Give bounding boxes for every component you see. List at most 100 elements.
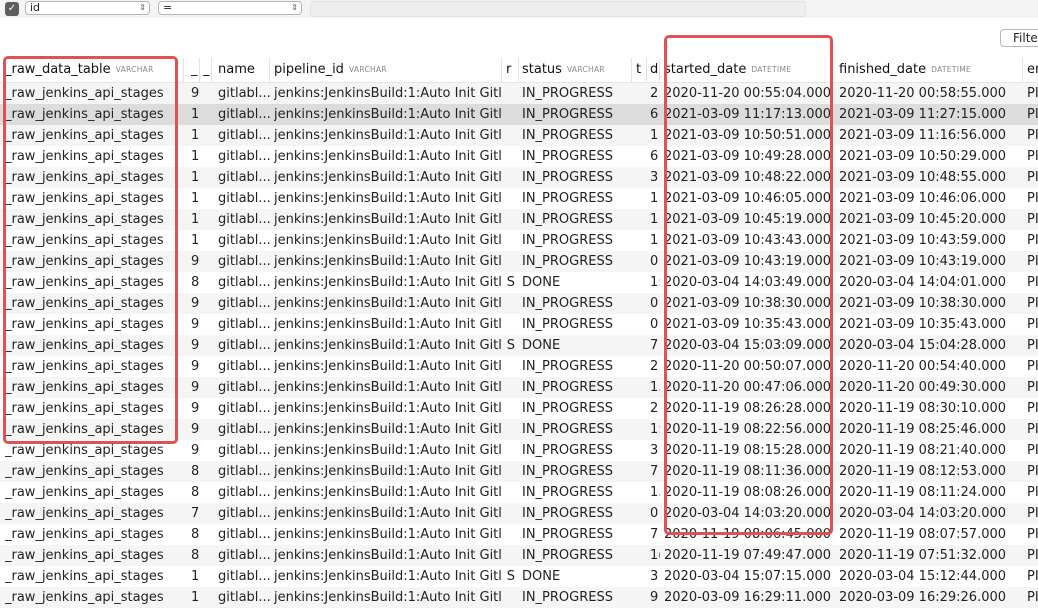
table-cell[interactable]: PI bbox=[1027, 272, 1038, 293]
table-cell[interactable]: 2021-03-09 10:38:30.000 bbox=[664, 293, 832, 314]
table-cell[interactable]: 6 bbox=[650, 104, 660, 125]
table-cell[interactable]: _raw_jenkins_api_stages bbox=[5, 461, 184, 482]
table-cell[interactable]: jenkins:JenkinsBuild:1:Auto Init Gitl... bbox=[274, 461, 502, 482]
table-cell[interactable]: IN_PROGRESS bbox=[522, 461, 632, 482]
table-cell[interactable]: PI bbox=[1027, 104, 1038, 125]
table-cell[interactable]: 0 bbox=[650, 314, 660, 335]
table-cell[interactable]: 9 bbox=[191, 398, 200, 419]
column-header[interactable]: d bbox=[650, 58, 660, 82]
table-cell[interactable]: 2020-03-04 14:03:49.000 bbox=[664, 272, 832, 293]
table-cell[interactable]: 1( bbox=[191, 230, 200, 251]
table-cell[interactable]: 2021-03-09 10:43:19.000 bbox=[839, 251, 1023, 272]
table-cell[interactable]: 1( bbox=[191, 104, 200, 125]
table-cell[interactable]: IN_PROGRESS bbox=[522, 146, 632, 167]
column-header[interactable]: t bbox=[636, 58, 647, 82]
table-cell[interactable]: 1( bbox=[191, 125, 200, 146]
table-row[interactable]: _raw_jenkins_api_stages 8 gitlabl... jenkin… bbox=[0, 272, 1038, 293]
table-cell[interactable]: gitlabl... bbox=[218, 566, 270, 587]
table-cell[interactable]: DONE bbox=[522, 272, 632, 293]
table-row[interactable]: _raw_jenkins_api_stages 9 gitlabl... jenkin… bbox=[0, 398, 1038, 419]
table-cell[interactable]: 9 bbox=[191, 335, 200, 356]
table-row[interactable]: _raw_jenkins_api_stages 1(gitlabl...jenki… bbox=[0, 125, 1038, 146]
table-cell[interactable]: PI bbox=[1027, 356, 1038, 377]
table-cell[interactable]: PI bbox=[1027, 524, 1038, 545]
table-cell[interactable]: PI bbox=[1027, 482, 1038, 503]
table-cell[interactable]: 2020-03-04 15:12:44.000 bbox=[839, 566, 1023, 587]
table-cell[interactable]: PI bbox=[1027, 377, 1038, 398]
table-cell[interactable]: gitlabl... bbox=[218, 167, 270, 188]
table-cell[interactable]: 2020-11-20 00:50:07.000 bbox=[664, 356, 832, 377]
table-cell[interactable]: PI bbox=[1027, 440, 1038, 461]
table-cell[interactable]: 1( bbox=[191, 188, 200, 209]
table-cell[interactable]: 1( bbox=[191, 167, 200, 188]
table-cell[interactable]: 1. bbox=[650, 377, 660, 398]
table-cell[interactable]: jenkins:JenkinsBuild:1:Auto Init Gitl... bbox=[274, 83, 502, 104]
table-cell[interactable]: gitlabl... bbox=[218, 209, 270, 230]
table-row[interactable]: _raw_jenkins_api_stages 9 gitlabl... jenkin… bbox=[0, 356, 1038, 377]
table-row[interactable]: _raw_jenkins_api_stages 9 gitlabl... jenkin… bbox=[0, 440, 1038, 461]
table-cell[interactable]: _raw_jenkins_api_stages bbox=[5, 125, 184, 146]
table-cell[interactable]: _raw_jenkins_api_stages bbox=[5, 314, 184, 335]
table-cell[interactable]: IN_PROGRESS bbox=[522, 251, 632, 272]
column-header[interactable]: _ bbox=[191, 58, 200, 82]
table-cell[interactable]: gitlabl... bbox=[218, 398, 270, 419]
table-cell[interactable]: IN_PROGRESS bbox=[522, 482, 632, 503]
table-cell[interactable]: jenkins:JenkinsBuild:1:Auto Init Gitl... bbox=[274, 146, 502, 167]
table-cell[interactable]: _raw_jenkins_api_stages bbox=[5, 293, 184, 314]
table-cell[interactable]: 1: bbox=[191, 587, 200, 608]
table-cell[interactable]: jenkins:JenkinsBuild:1:Auto Init Gitl... bbox=[274, 482, 502, 503]
table-cell[interactable]: 7 bbox=[650, 461, 660, 482]
table-row[interactable]: _raw_jenkins_api_stages 9 gitlabl... jenkin… bbox=[0, 377, 1038, 398]
table-cell[interactable]: jenkins:JenkinsBuild:1:Auto Init Gitl... bbox=[274, 251, 502, 272]
table-cell[interactable]: _raw_jenkins_api_stages bbox=[5, 503, 184, 524]
table-cell[interactable]: 2020-03-09 16:29:26.000 bbox=[839, 587, 1023, 608]
table-cell[interactable]: PI bbox=[1027, 188, 1038, 209]
table-cell[interactable]: jenkins:JenkinsBuild:1:Auto Init Gitl... bbox=[274, 440, 502, 461]
table-cell[interactable]: 1: bbox=[650, 419, 660, 440]
table-cell[interactable]: 2020-11-19 08:11:36.000 bbox=[664, 461, 832, 482]
table-cell[interactable]: gitlabl... bbox=[218, 503, 270, 524]
table-cell[interactable]: 2020-03-04 14:03:20.000 bbox=[664, 503, 832, 524]
table-row[interactable]: _raw_jenkins_api_stages 1(gitlabl...jenki… bbox=[0, 566, 1038, 587]
table-cell[interactable]: 8 bbox=[191, 524, 200, 545]
column-header[interactable]: status VARCHAR bbox=[522, 58, 632, 82]
table-row[interactable]: _raw_jenkins_api_stages 8 gitlabl... jenkin… bbox=[0, 461, 1038, 482]
table-cell[interactable]: 9 bbox=[191, 377, 200, 398]
table-cell[interactable]: gitlabl... bbox=[218, 419, 270, 440]
table-cell[interactable]: jenkins:JenkinsBuild:1:Auto Init Gitl... bbox=[274, 356, 502, 377]
table-cell[interactable]: jenkins:JenkinsBuild:1:Auto Init Gitl... bbox=[274, 230, 502, 251]
table-cell[interactable]: jenkins:JenkinsBuild:1:Auto Init Gitl... bbox=[274, 419, 502, 440]
table-cell[interactable]: 0 bbox=[650, 251, 660, 272]
table-cell[interactable]: jenkins:JenkinsBuild:1:Auto Init Gitl... bbox=[274, 587, 502, 608]
table-cell[interactable]: IN_PROGRESS bbox=[522, 356, 632, 377]
table-cell[interactable]: 2020-03-04 14:03:20.000 bbox=[839, 503, 1023, 524]
table-cell[interactable]: _raw_jenkins_api_stages bbox=[5, 587, 184, 608]
column-header[interactable]: pipeline_id VARCHAR bbox=[274, 58, 502, 82]
table-cell[interactable]: gitlabl... bbox=[218, 83, 270, 104]
table-cell[interactable]: 2021-03-09 10:46:06.000 bbox=[839, 188, 1023, 209]
table-cell[interactable]: 2021-03-09 10:38:30.000 bbox=[839, 293, 1023, 314]
table-cell[interactable]: IN_PROGRESS bbox=[522, 125, 632, 146]
table-cell[interactable]: _raw_jenkins_api_stages bbox=[5, 356, 184, 377]
table-row[interactable]: _raw_jenkins_api_stages 9 gitlabl... jenkin… bbox=[0, 293, 1038, 314]
table-cell[interactable]: 2021-03-09 10:46:05.000 bbox=[664, 188, 832, 209]
table-cell[interactable]: _raw_jenkins_api_stages bbox=[5, 251, 184, 272]
table-cell[interactable]: 3 bbox=[650, 440, 660, 461]
table-row[interactable]: _raw_jenkins_api_stages 7 gitlabl... jenkin… bbox=[0, 503, 1038, 524]
column-header[interactable]: started_date DATETIME bbox=[664, 58, 832, 82]
table-cell[interactable]: 2021-03-09 10:45:20.000 bbox=[839, 209, 1023, 230]
table-cell[interactable]: 9 bbox=[191, 293, 200, 314]
table-cell[interactable]: 1( bbox=[191, 209, 200, 230]
table-cell[interactable]: 2 bbox=[650, 356, 660, 377]
table-cell[interactable]: 0 bbox=[650, 503, 660, 524]
table-cell[interactable]: 1: bbox=[650, 272, 660, 293]
table-cell[interactable]: gitlabl... bbox=[218, 272, 270, 293]
table-cell[interactable]: _raw_jenkins_api_stages bbox=[5, 83, 184, 104]
table-cell[interactable]: 9 bbox=[191, 83, 200, 104]
table-cell[interactable]: 7 bbox=[650, 335, 660, 356]
table-cell[interactable]: DONE bbox=[522, 335, 632, 356]
table-cell[interactable]: 2021-03-09 10:48:55.000 bbox=[839, 167, 1023, 188]
table-cell[interactable]: PI bbox=[1027, 314, 1038, 335]
table-cell[interactable]: PI bbox=[1027, 419, 1038, 440]
table-cell[interactable]: gitlabl... bbox=[218, 125, 270, 146]
